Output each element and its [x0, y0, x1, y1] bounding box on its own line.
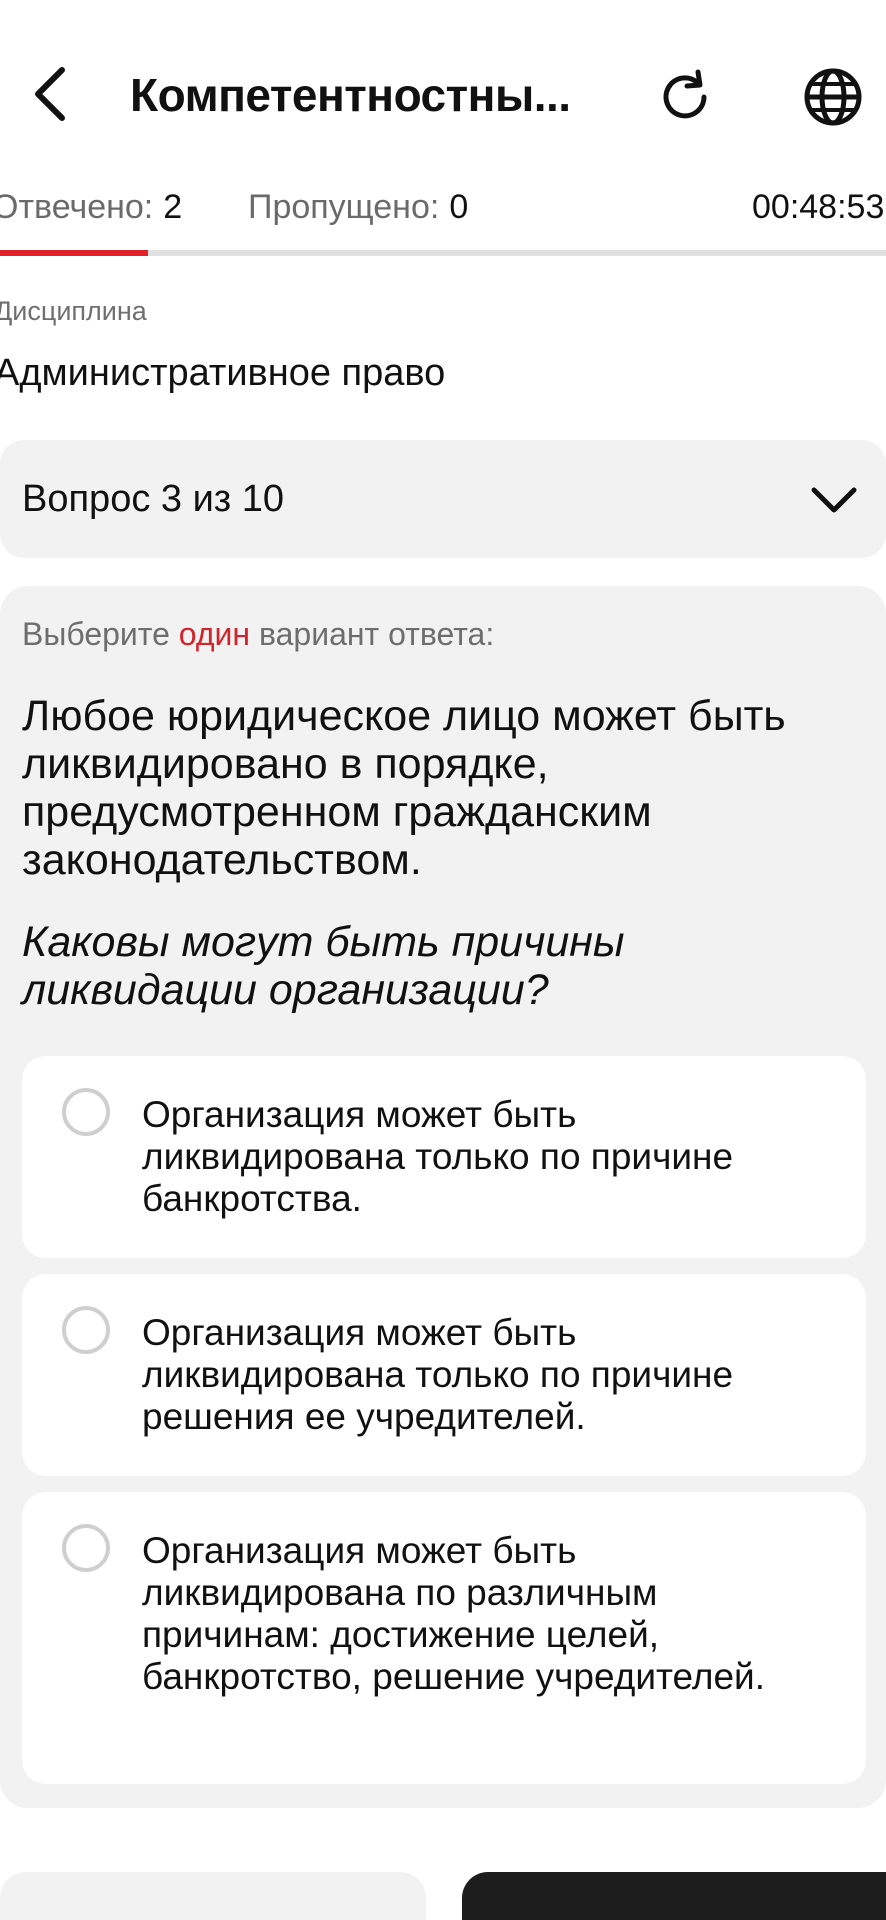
answer-option-label: Организация может быть ликвидирована тол… — [142, 1312, 734, 1437]
answer-instruction: Выберите один вариант ответа: — [22, 616, 494, 653]
back-button[interactable] — [18, 62, 82, 126]
instruction-accent: один — [178, 616, 251, 652]
question-card: Выберите один вариант ответа: Любое юрид… — [0, 586, 886, 1808]
radio-button[interactable] — [62, 1524, 110, 1572]
chevron-down-icon — [806, 476, 862, 524]
radio-button[interactable] — [62, 1306, 110, 1354]
skipped-count: 0 — [449, 188, 469, 226]
question-number: Вопрос 3 из 10 — [22, 478, 285, 520]
reload-icon — [663, 69, 707, 119]
discipline-label: Дисциплина — [0, 296, 147, 326]
answered-count: 2 — [163, 188, 183, 226]
answer-option[interactable]: Организация может быть ликвидирована тол… — [22, 1056, 866, 1258]
top-bar: Компетентностны... — [0, 40, 886, 150]
reload-button[interactable] — [650, 62, 720, 132]
answer-option-label: Организация может быть ликвидирована по … — [142, 1530, 765, 1697]
question-subtext: Каковы могут быть причины ликвидации орг… — [22, 918, 625, 1014]
page-title: Компетентностны... — [130, 69, 571, 121]
skipped-stat: Пропущено: 0 — [248, 188, 468, 227]
language-button[interactable] — [798, 62, 868, 132]
question-text: Любое юридическое лицо может быть ликвид… — [22, 692, 786, 884]
answer-option[interactable]: Организация может быть ликвидирована по … — [22, 1492, 866, 1784]
previous-button[interactable] — [0, 1872, 426, 1920]
progress-fill — [0, 250, 148, 256]
radio-button[interactable] — [62, 1088, 110, 1136]
globe-icon — [804, 68, 862, 126]
question-selector[interactable]: Вопрос 3 из 10 — [0, 440, 886, 558]
answer-option-label: Организация может быть ликвидирована тол… — [142, 1094, 734, 1219]
timer: 00:48:53 — [752, 188, 885, 226]
answer-option[interactable]: Организация может быть ликвидирована тол… — [22, 1274, 866, 1476]
next-button[interactable] — [462, 1872, 886, 1920]
chevron-left-icon — [35, 67, 65, 121]
instruction-suffix: вариант ответа: — [250, 616, 495, 652]
quiz-stats: Отвечено: 2 Пропущено: 0 00:48:53 — [0, 188, 886, 232]
quiz-screen: Компетентностны... Отвечено: 2 Пропущено:… — [0, 0, 886, 1920]
progress-bar — [0, 250, 886, 256]
answered-stat: Отвечено: 2 — [0, 188, 182, 227]
discipline-value: Административное право — [0, 352, 446, 394]
instruction-prefix: Выберите — [22, 616, 179, 652]
answered-label: Отвечено: — [0, 188, 154, 226]
skipped-label: Пропущено: — [248, 188, 440, 226]
